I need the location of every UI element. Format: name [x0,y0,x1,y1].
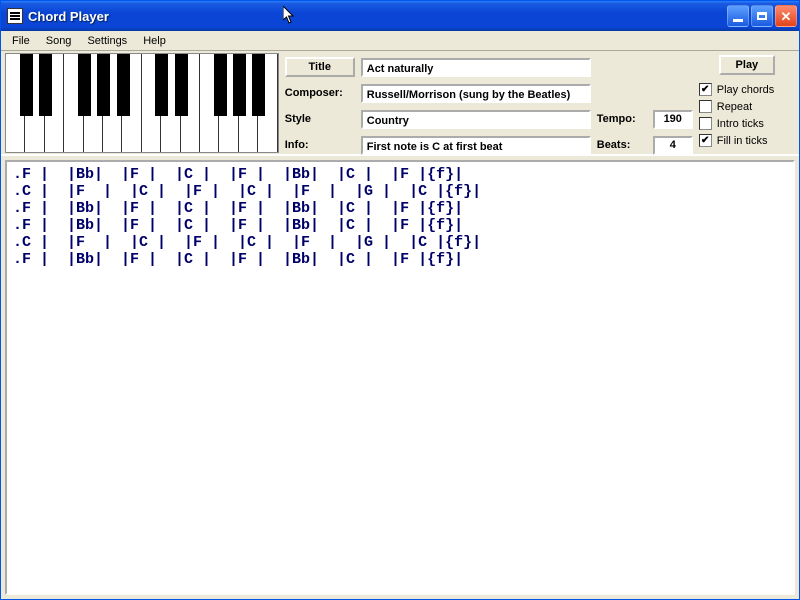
title-field[interactable]: Act naturally [361,58,591,77]
check-intro-ticks[interactable]: Intro ticks [699,117,795,130]
checkbox-icon: ✔ [699,83,712,96]
black-key[interactable] [155,54,168,116]
black-key[interactable] [78,54,91,116]
info-label: Info: [285,139,355,151]
style-field[interactable]: Country [361,110,591,129]
checkbox-icon [699,100,712,113]
playback-controls: Play ✔Play chords Repeat Intro ticks ✔Fi… [699,53,795,150]
black-key[interactable] [97,54,110,116]
black-key[interactable] [117,54,130,116]
beats-label: Beats: [597,139,647,151]
title-button[interactable]: Title [285,57,355,77]
composer-label: Composer: [285,87,355,99]
style-label: Style [285,113,355,125]
tempo-label: Tempo: [597,113,647,125]
menu-help[interactable]: Help [136,33,173,49]
info-field[interactable]: First note is C at first beat [361,136,591,155]
checkbox-icon [699,117,712,130]
menubar: File Song Settings Help [1,31,799,51]
check-fill-in-ticks[interactable]: ✔Fill in ticks [699,134,795,147]
maximize-button[interactable] [751,5,773,27]
titlebar: Chord Player ✕ [1,1,799,31]
black-key[interactable] [233,54,246,116]
minimize-button[interactable] [727,5,749,27]
tempo-field[interactable]: 190 [653,110,693,129]
beats-field[interactable]: 4 [653,136,693,155]
black-key[interactable] [39,54,52,116]
piano-keyboard[interactable] [5,53,279,153]
black-key[interactable] [252,54,265,116]
black-key[interactable] [214,54,227,116]
song-info-form: Title Act naturally Composer: Russell/Mo… [285,53,693,150]
composer-field[interactable]: Russell/Morrison (sung by the Beatles) [361,84,591,103]
check-play-chords[interactable]: ✔Play chords [699,83,795,96]
menu-song[interactable]: Song [39,33,79,49]
window-title: Chord Player [28,9,727,24]
mouse-cursor-icon [283,6,295,24]
checkbox-icon: ✔ [699,134,712,147]
menu-settings[interactable]: Settings [80,33,134,49]
black-key[interactable] [20,54,33,116]
top-panel: Title Act naturally Composer: Russell/Mo… [1,51,799,156]
check-repeat[interactable]: Repeat [699,100,795,113]
black-key[interactable] [175,54,188,116]
window-buttons: ✕ [727,5,797,27]
chord-editor[interactable]: .F | |Bb| |F | |C | |F | |Bb| |C | |F |{… [5,160,795,595]
play-button[interactable]: Play [719,55,775,75]
close-button[interactable]: ✕ [775,5,797,27]
menu-file[interactable]: File [5,33,37,49]
app-icon [7,8,23,24]
app-window: Chord Player ✕ File Song Settings Help T… [0,0,800,600]
